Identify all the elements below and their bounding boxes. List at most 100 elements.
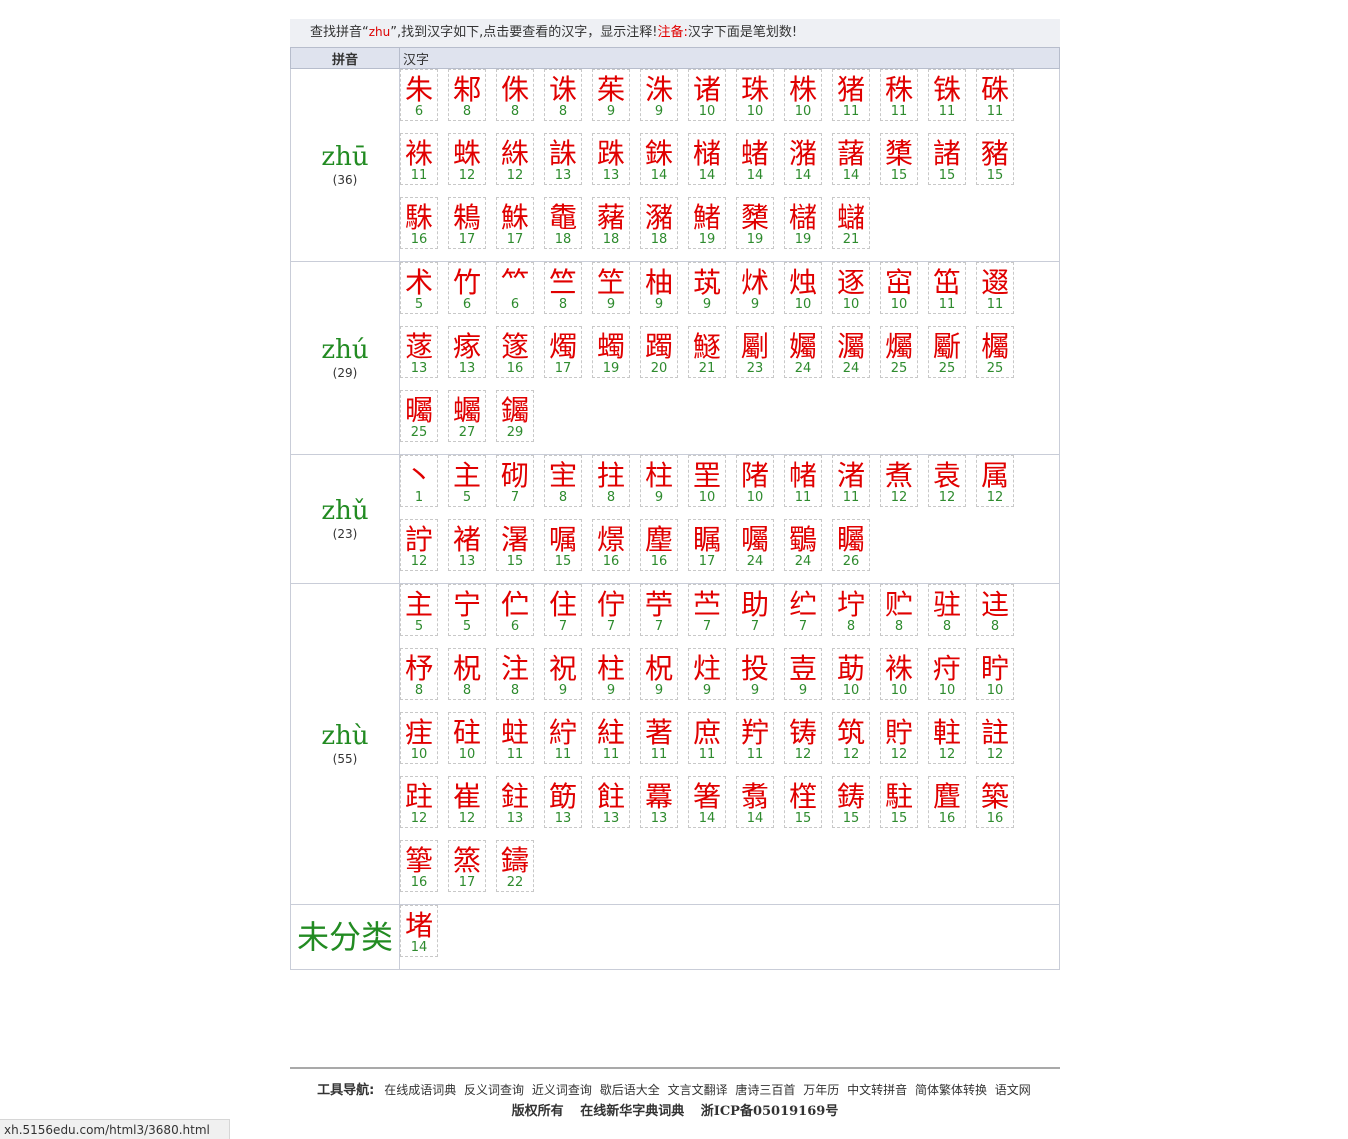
character-link[interactable]: 袾 10	[880, 648, 918, 700]
character-link[interactable]: 貯 12	[880, 712, 918, 764]
tool-link[interactable]: 歇后语大全	[600, 1083, 660, 1097]
character-link[interactable]: 投9	[736, 648, 774, 700]
character-link[interactable]: 豬 15	[976, 133, 1014, 185]
character-link[interactable]: 柱9	[592, 648, 630, 700]
character-link[interactable]: 伫6	[496, 584, 534, 636]
character-link[interactable]: 主5	[448, 455, 486, 507]
character-link[interactable]: 紸 11	[592, 712, 630, 764]
character-link[interactable]: 蠾 27	[448, 390, 486, 442]
character-link[interactable]: 囑 24	[736, 519, 774, 571]
character-link[interactable]: 羜 11	[736, 712, 774, 764]
character-link[interactable]: 主5	[400, 584, 438, 636]
character-link[interactable]: 鱁 21	[688, 326, 726, 378]
character-link[interactable]: 堵 14	[400, 905, 438, 957]
character-link[interactable]: 軴 12	[928, 712, 966, 764]
character-link[interactable]: 櫧 19	[784, 197, 822, 249]
character-link[interactable]: 眝 10	[976, 648, 1014, 700]
character-link[interactable]: 宔8	[544, 455, 582, 507]
character-link[interactable]: 宁5	[448, 584, 486, 636]
character-link[interactable]: 住7	[544, 584, 582, 636]
character-link[interactable]: 朱6	[400, 69, 438, 121]
tool-link[interactable]: 简体繁体转换	[915, 1083, 987, 1097]
character-link[interactable]: 瘃 13	[448, 326, 486, 378]
tool-link[interactable]: 万年历	[803, 1083, 839, 1097]
tool-link[interactable]: 文言文翻译	[668, 1083, 728, 1097]
character-link[interactable]: 丶1	[400, 455, 438, 507]
character-link[interactable]: 銖 14	[640, 133, 678, 185]
character-link[interactable]: 筯 13	[544, 776, 582, 828]
character-link[interactable]: 罜 10	[688, 455, 726, 507]
character-link[interactable]: 筑 12	[832, 712, 870, 764]
character-link[interactable]: 蠋 19	[592, 326, 630, 378]
character-link[interactable]: 諸 15	[928, 133, 966, 185]
character-link[interactable]: 篫 16	[400, 840, 438, 892]
character-link[interactable]: 砫 10	[448, 712, 486, 764]
character-link[interactable]: 驻8	[928, 584, 966, 636]
character-link[interactable]: 篜 17	[448, 840, 486, 892]
character-link[interactable]: 鋳 15	[832, 776, 870, 828]
character-link[interactable]: 坾8	[832, 584, 870, 636]
character-link[interactable]: 侏8	[496, 69, 534, 121]
character-link[interactable]: 蓫 13	[400, 326, 438, 378]
character-link[interactable]: 烛 10	[784, 262, 822, 314]
character-link[interactable]: 跓 12	[400, 776, 438, 828]
character-link[interactable]: 欘 25	[976, 326, 1014, 378]
character-link[interactable]: 嘱 15	[544, 519, 582, 571]
character-link[interactable]: 佇7	[592, 584, 630, 636]
character-link[interactable]: 袾 11	[400, 133, 438, 185]
character-link[interactable]: 燭 17	[544, 326, 582, 378]
character-link[interactable]: 劚 23	[736, 326, 774, 378]
character-link[interactable]: 麈 16	[640, 519, 678, 571]
character-link[interactable]: 燝 16	[592, 519, 630, 571]
character-link[interactable]: 崔 12	[448, 776, 486, 828]
character-link[interactable]: 櫫 19	[736, 197, 774, 249]
tool-link[interactable]: 反义词查询	[464, 1083, 524, 1097]
character-link[interactable]: 疰 10	[400, 712, 438, 764]
character-link[interactable]: 著 11	[640, 712, 678, 764]
character-link[interactable]: 洙9	[640, 69, 678, 121]
character-link[interactable]: 属 12	[976, 455, 1014, 507]
character-link[interactable]: 笜 11	[928, 262, 966, 314]
character-link[interactable]: 爥 25	[880, 326, 918, 378]
tool-link[interactable]: 唐诗三百首	[735, 1083, 795, 1097]
character-link[interactable]: 贮8	[880, 584, 918, 636]
character-link[interactable]: 庶 11	[688, 712, 726, 764]
character-link[interactable]: 瀦 18	[640, 197, 678, 249]
character-link[interactable]: 跦 13	[592, 133, 630, 185]
character-link[interactable]: 疛 10	[928, 648, 966, 700]
character-link[interactable]: 迬8	[976, 584, 1014, 636]
character-link[interactable]: 鯺 19	[688, 197, 726, 249]
character-link[interactable]: 竺8	[544, 262, 582, 314]
character-link[interactable]: 猪 11	[832, 69, 870, 121]
character-link[interactable]: 柷8	[448, 648, 486, 700]
character-link[interactable]: 茱9	[592, 69, 630, 121]
character-link[interactable]: 炷9	[688, 648, 726, 700]
character-link[interactable]: 莇 10	[832, 648, 870, 700]
character-link[interactable]: 杼8	[400, 648, 438, 700]
character-link[interactable]: 詝 12	[400, 519, 438, 571]
character-link[interactable]: 篴 16	[496, 326, 534, 378]
character-link[interactable]: 柷9	[640, 648, 678, 700]
character-link[interactable]: 橥 15	[880, 133, 918, 185]
character-link[interactable]: 砌7	[496, 455, 534, 507]
character-link[interactable]: 柚9	[640, 262, 678, 314]
character-link[interactable]: 灟 24	[832, 326, 870, 378]
character-link[interactable]: 秼 11	[880, 69, 918, 121]
character-link[interactable]: 斸 25	[928, 326, 966, 378]
character-link[interactable]: 鴸 17	[448, 197, 486, 249]
character-link[interactable]: 蛛 12	[448, 133, 486, 185]
character-link[interactable]: 陼 10	[736, 455, 774, 507]
tool-link[interactable]: 在线成语词典	[384, 1083, 456, 1097]
character-link[interactable]: 邾8	[448, 69, 486, 121]
character-link[interactable]: 竹6	[448, 262, 486, 314]
character-link[interactable]: 槠 14	[688, 133, 726, 185]
character-link[interactable]: 註 12	[976, 712, 1014, 764]
character-link[interactable]: 駯 16	[400, 197, 438, 249]
character-link[interactable]: 逫 11	[976, 262, 1014, 314]
character-link[interactable]: 柱9	[640, 455, 678, 507]
character-link[interactable]: 鼄 18	[544, 197, 582, 249]
character-link[interactable]: 蠩 21	[832, 197, 870, 249]
character-link[interactable]: 蝫 14	[736, 133, 774, 185]
character-link[interactable]: 躅 20	[640, 326, 678, 378]
character-link[interactable]: 注8	[496, 648, 534, 700]
